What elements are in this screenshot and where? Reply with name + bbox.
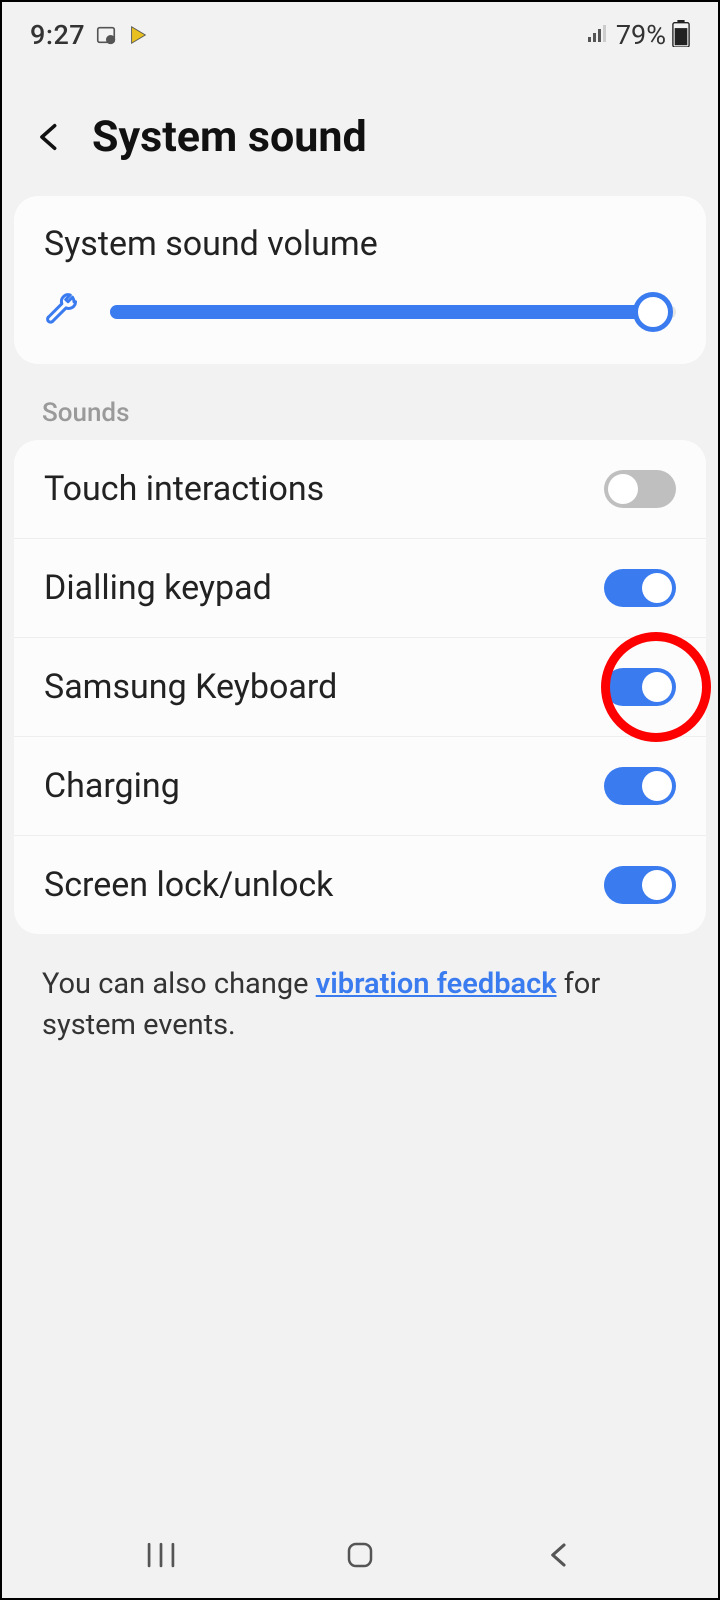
app-icon [127,24,149,46]
list-item[interactable]: Samsung Keyboard [14,638,706,737]
list-item[interactable]: Touch interactions [14,440,706,539]
toggle-knob [642,771,672,801]
battery-percentage: 79% [616,19,666,51]
toggle-knob [642,672,672,702]
status-bar: 9:27 79% [2,2,718,62]
item-label: Samsung Keyboard [44,667,337,707]
item-label: Dialling keypad [44,568,272,608]
toggle-knob [642,573,672,603]
sounds-section-label: Sounds [2,382,718,440]
list-item[interactable]: Dialling keypad [14,539,706,638]
toggle-knob [642,870,672,900]
vibration-feedback-link[interactable]: vibration feedback [316,967,557,1001]
item-label: Charging [44,766,180,806]
chevron-left-icon [32,120,66,154]
list-item[interactable]: Charging [14,737,706,836]
wrench-icon [44,292,80,332]
signal-icon [588,24,610,46]
toggle-switch[interactable] [604,470,676,508]
status-time: 9:27 [30,19,85,51]
chevron-left-icon [544,1540,574,1570]
status-left: 9:27 [30,19,149,51]
item-label: Screen lock/unlock [44,865,333,905]
toggle-switch[interactable] [604,668,676,706]
volume-slider-row [44,292,676,332]
toggle-switch[interactable] [604,866,676,904]
list-item[interactable]: Screen lock/unlock [14,836,706,934]
sounds-list: Touch interactions Dialling keypad Samsung… [14,440,706,934]
volume-card: System sound volume [14,196,706,364]
footer-prefix: You can also change [42,967,316,1001]
home-button[interactable] [335,1535,385,1575]
toggle-knob [608,474,638,504]
battery-icon [672,20,690,51]
volume-slider[interactable] [110,292,676,332]
page-header: System sound [2,62,718,196]
slider-track-fill [110,305,653,319]
back-button[interactable] [30,118,68,156]
toggle-switch[interactable] [604,767,676,805]
recent-apps-icon [144,1542,178,1568]
notification-icon [95,24,117,46]
recent-apps-button[interactable] [136,1535,186,1575]
item-label: Touch interactions [44,469,324,509]
page-title: System sound [92,112,367,162]
footer-text: You can also change vibration feedback f… [2,934,718,1075]
navigation-bar [2,1520,718,1598]
home-icon [345,1540,375,1570]
slider-thumb[interactable] [633,292,673,332]
volume-label: System sound volume [44,224,676,264]
status-right: 79% [588,19,690,51]
toggle-switch[interactable] [604,569,676,607]
nav-back-button[interactable] [534,1535,584,1575]
